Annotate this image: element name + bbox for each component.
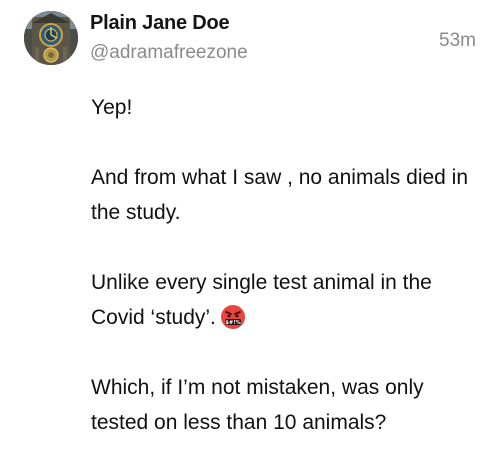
post-paragraph-3: Unlike every single test animal in the C… (91, 265, 481, 335)
author-display-name[interactable]: Plain Jane Doe (90, 12, 230, 35)
post-paragraph-2-text: And from what I saw , no animals died in… (91, 166, 469, 224)
post-paragraph-1: Yep! (91, 90, 481, 125)
post-paragraph-2: And from what I saw , no animals died in… (91, 160, 481, 230)
svg-text:$#!%: $#!% (225, 320, 241, 326)
post-paragraph-4: Which, if I’m not mistaken, was only tes… (91, 370, 481, 440)
post-body: Yep! And from what I saw , no animals di… (91, 90, 481, 440)
post-timestamp: 53m (439, 30, 476, 51)
avatar[interactable] (24, 11, 78, 65)
post-paragraph-3-text: Unlike every single test animal in the C… (91, 271, 432, 329)
face-with-symbols-on-mouth-icon: $#!% (220, 304, 246, 330)
post-paragraph-4-text: Which, if I’m not mistaken, was only tes… (91, 376, 424, 434)
post-card: Plain Jane Doe @adramafreezone 53m Yep! … (0, 0, 500, 474)
post-paragraph-1-text: Yep! (91, 96, 133, 119)
author-handle[interactable]: @adramafreezone (90, 42, 248, 64)
clock-tower-avatar-icon (24, 11, 78, 65)
